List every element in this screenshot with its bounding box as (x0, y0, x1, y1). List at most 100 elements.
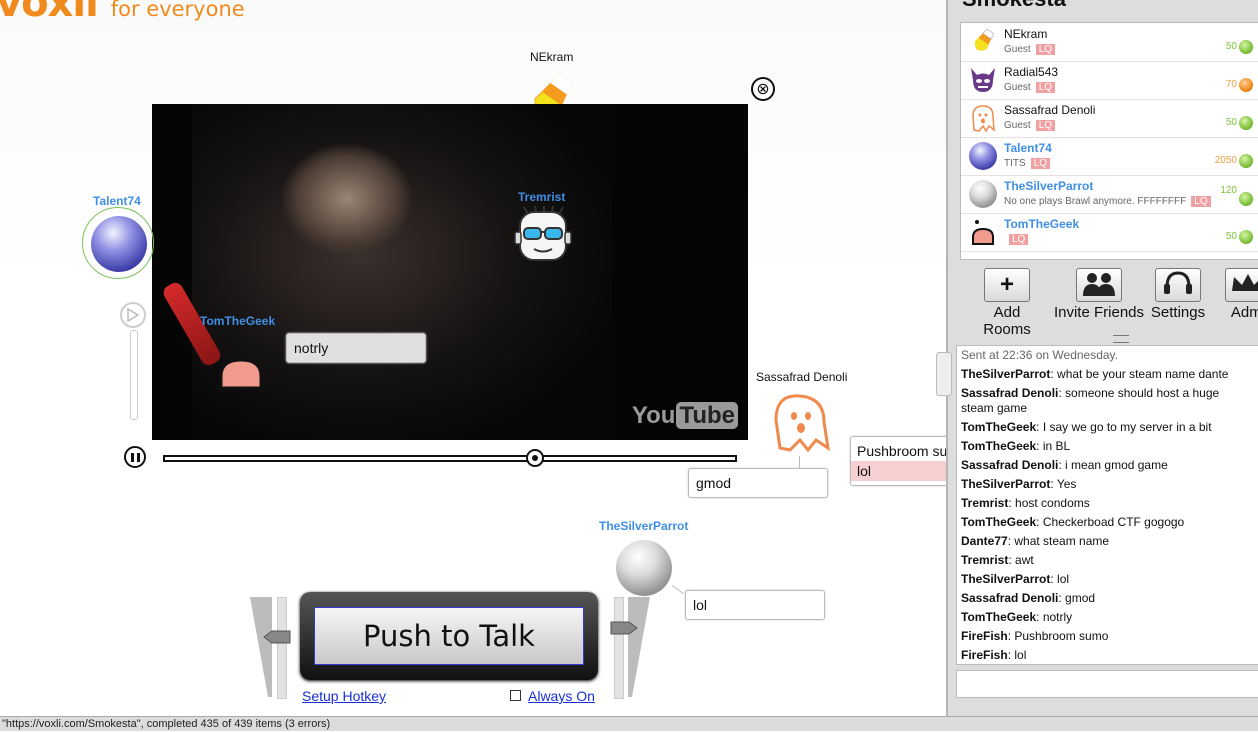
settings-button[interactable]: Settings (1148, 262, 1208, 321)
chat-message: TheSilverParrot: what be your steam name… (961, 367, 1229, 381)
speech-bubble-sassafrad: gmod (688, 468, 828, 498)
headset-icon (1155, 268, 1201, 302)
browser-status-bar: "https://voxli.com/Smokesta", completed … (0, 716, 1258, 731)
user-name-tremrist: Tremrist (518, 190, 566, 204)
speech-bubble-silverparrot: lol (685, 590, 825, 620)
push-to-talk-button[interactable]: Push to Talk (314, 607, 584, 665)
pause-icon[interactable] (124, 446, 146, 468)
right-arrow-icon[interactable] (609, 620, 639, 640)
voxli-logo[interactable]: voxli for everyone (0, 0, 245, 26)
seek-handle[interactable] (526, 449, 544, 467)
user-status: TITS LQ (1004, 158, 1051, 169)
user-name-tomthegeek: TomTheGeek (200, 314, 276, 328)
user-row[interactable]: Sassafrad Denoli Guest LQ 50 (961, 99, 1258, 138)
user-points: 50 (1225, 231, 1237, 242)
devil-icon (971, 68, 995, 92)
close-video-button[interactable]: ⊗ (751, 77, 775, 101)
chat-message: FireFish: lol (961, 648, 1027, 662)
resize-grip[interactable] (1113, 335, 1129, 343)
chat-log[interactable]: Sent at 22:36 on Wednesday. TheSilverPar… (956, 345, 1258, 665)
chat-message: Tremrist: host condoms (961, 496, 1090, 510)
room-title: Smokesta (962, 0, 1066, 12)
presence-dot (1239, 154, 1253, 168)
lq-badge: LQ (1030, 158, 1051, 169)
chat-message: Sassafrad Denoli: gmod (961, 591, 1096, 605)
user-name: Talent74 (1004, 141, 1052, 155)
user-name: TomTheGeek (1004, 217, 1080, 231)
user-status: Guest LQ (1004, 82, 1056, 93)
chat-message: TomTheGeek: Checkerboad CTF gogogo (961, 515, 1185, 529)
video-frame-detail (282, 144, 412, 254)
candy-corn-icon (974, 28, 995, 51)
chat-message: Sassafrad Denoli: someone should host a … (961, 386, 1220, 415)
user-status: Guest LQ (1004, 120, 1056, 131)
user-status: Guest LQ (1004, 44, 1056, 55)
crown-icon (1225, 268, 1258, 302)
user-status: No one plays Brawl anymore. FFFFFFFF LQ (1004, 196, 1211, 207)
left-arrow-icon[interactable] (262, 629, 292, 649)
invite-friends-button[interactable]: Invite Friends (1052, 262, 1146, 321)
user-name-nekram: NEkram (530, 50, 574, 64)
user-status: LQ (1004, 234, 1029, 245)
presence-dot (1239, 116, 1253, 130)
lq-badge: LQ (1035, 82, 1056, 93)
user-row[interactable]: TheSilverParrot No one plays Brawl anymo… (961, 175, 1258, 214)
user-list[interactable]: NEkram Guest LQ 50 Radial543 Guest LQ 70 S… (960, 22, 1258, 260)
always-on-link[interactable]: Always On (528, 688, 595, 704)
chat-message: TomTheGeek: notrly (961, 610, 1073, 624)
speaker-level-meter (624, 597, 650, 697)
lq-badge: LQ (1009, 234, 1029, 245)
speaker-level-track[interactable] (614, 597, 624, 699)
robot-avatar[interactable] (514, 205, 572, 268)
user-row[interactable]: TomTheGeek LQ 50 (961, 213, 1258, 252)
bubble-pointer (799, 456, 800, 468)
tomthegeek-avatar[interactable] (216, 332, 266, 396)
user-points: 2050 (1214, 155, 1237, 166)
user-points: 50 (1225, 41, 1237, 52)
volume-slider[interactable] (130, 330, 138, 420)
presence-dot (1239, 192, 1253, 206)
ghost-icon (972, 105, 995, 132)
chat-message: Tremrist: awt (961, 553, 1034, 567)
plus-icon: + (984, 268, 1030, 302)
chat-message: FireFish: Pushbroom sumo (961, 629, 1109, 643)
invite-friends-label: Invite Friends (1053, 304, 1145, 321)
chat-message: TheSilverParrot: lol (961, 572, 1070, 586)
user-row[interactable]: NEkram Guest LQ 50 (961, 23, 1258, 62)
chat-message: TomTheGeek: I say we go to my server in … (961, 420, 1212, 434)
add-rooms-button[interactable]: + Add Rooms (968, 262, 1046, 338)
user-row[interactable]: Radial543 Guest LQ 70 (961, 61, 1258, 100)
user-name-silverparrot: TheSilverParrot (599, 519, 689, 533)
video-seek-bar[interactable] (163, 455, 737, 462)
admin-label: Admi (1230, 304, 1258, 321)
setup-hotkey-link[interactable]: Setup Hotkey (302, 688, 386, 704)
user-name: Radial543 (1004, 65, 1059, 79)
user-name-sassafrad: Sassafrad Denoli (756, 370, 848, 384)
chat-message: Sassafrad Denoli: i mean gmod game (961, 458, 1168, 472)
volume-ghost-icon[interactable] (120, 302, 146, 328)
user-points: 70 (1225, 79, 1237, 90)
lq-badge: LQ (1191, 196, 1211, 207)
lq-badge: LQ (1035, 44, 1056, 55)
ghost-avatar[interactable] (766, 390, 832, 458)
chat-collapse-handle[interactable] (936, 352, 952, 396)
orb-icon (969, 142, 997, 170)
voice-room-stage: voxli for everyone NEkram ⊗ You Tube Trem… (0, 0, 974, 716)
people-icon (1076, 268, 1122, 302)
presence-dot (1239, 40, 1253, 54)
user-name: Sassafrad Denoli (1004, 103, 1096, 117)
chat-input[interactable] (956, 670, 1258, 698)
admin-button[interactable]: Admi (1218, 262, 1258, 321)
youtube-watermark: You Tube (632, 402, 738, 430)
orb-avatar[interactable] (91, 216, 147, 272)
user-points: 120 (1220, 185, 1237, 196)
user-points: 50 (1225, 117, 1237, 128)
always-on-checkbox[interactable] (510, 690, 521, 701)
chat-message: TomTheGeek: in BL (961, 439, 1071, 453)
chat-message: TheSilverParrot: Yes (961, 477, 1077, 491)
presence-dot (1239, 230, 1253, 244)
user-row[interactable]: Talent74 TITS LQ 2050 (961, 137, 1258, 176)
silver-orb-icon (969, 180, 997, 208)
user-name: TheSilverParrot (1004, 179, 1094, 193)
silver-orb-avatar[interactable] (616, 540, 672, 596)
